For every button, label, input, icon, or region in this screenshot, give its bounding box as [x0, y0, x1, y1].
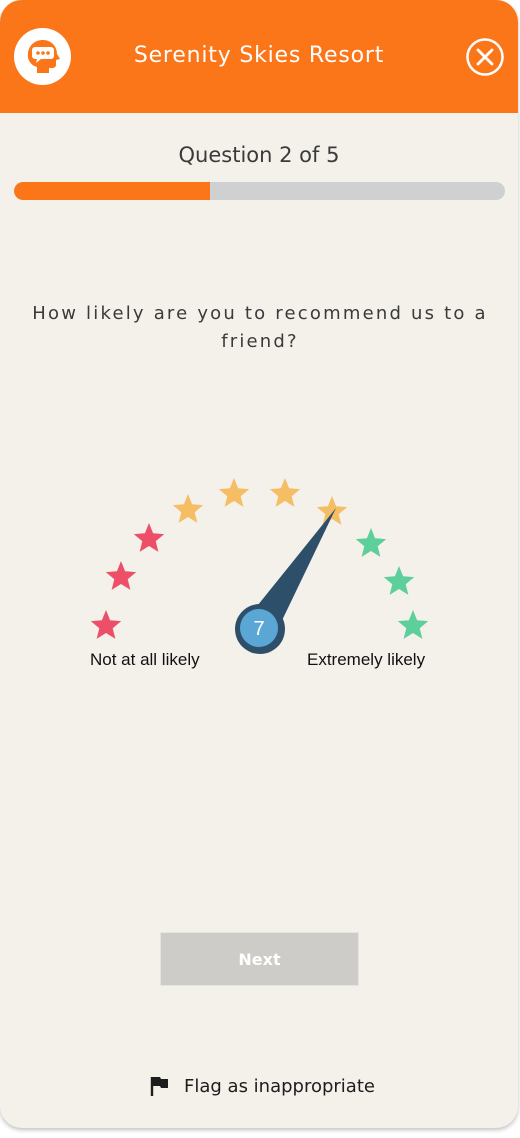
gauge-star-icon[interactable]: [397, 610, 429, 639]
gauge-star-icon[interactable]: [218, 478, 250, 507]
gauge-value: 7: [253, 618, 264, 640]
survey-card: Serenity Skies Resort Question 2 of 5 Ho…: [0, 0, 518, 1128]
flag-label[interactable]: Flag as inappropriate: [184, 1076, 375, 1097]
gauge-star-icon[interactable]: [355, 528, 387, 557]
rating-gauge[interactable]: 7: [0, 0, 518, 720]
max-scale-label: Extremely likely: [307, 650, 426, 669]
gauge-star-icon[interactable]: [269, 478, 301, 507]
gauge-star-icon[interactable]: [172, 494, 204, 523]
next-button[interactable]: Next: [160, 932, 359, 986]
flag-link[interactable]: Flag as inappropriate: [150, 1072, 375, 1100]
gauge-star-icon[interactable]: [383, 566, 415, 595]
gauge-star-icon[interactable]: [90, 610, 122, 639]
gauge-star-icon[interactable]: [133, 523, 165, 552]
min-scale-label: Not at all likely: [90, 650, 200, 669]
gauge-star-icon[interactable]: [105, 561, 137, 590]
gauge-star-icon[interactable]: [316, 496, 348, 525]
flag-icon[interactable]: [150, 1075, 170, 1097]
